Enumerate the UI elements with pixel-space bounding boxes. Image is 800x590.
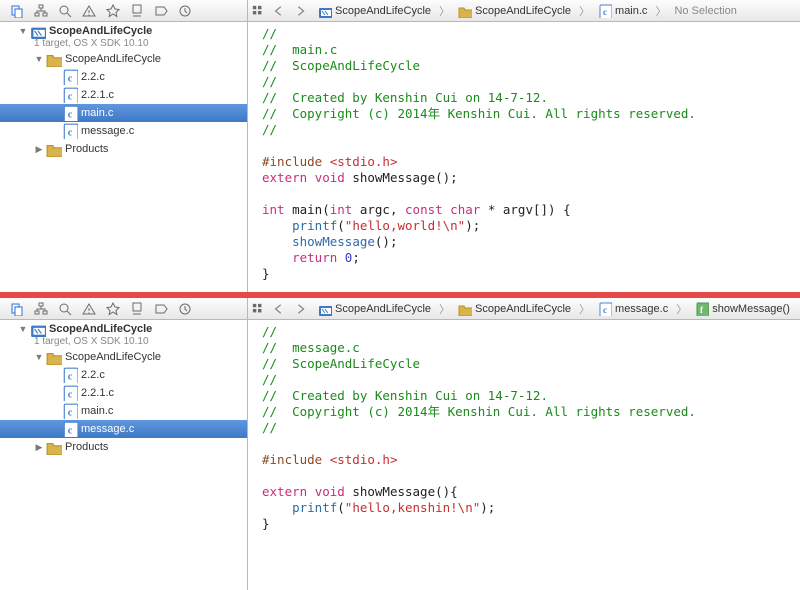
file-name-label: message.c [81,423,134,435]
breadcrumb-label: ScopeAndLifeCycle [335,5,431,17]
breakpoint-navigator-icon[interactable] [154,302,168,316]
content-split: ▼ ScopeAndLifeCycle 1 target, OS X SDK 1… [0,22,800,292]
issue-navigator-icon[interactable] [82,302,96,316]
file-tree-item[interactable]: 2.2.c [0,68,247,86]
disclosure-triangle-icon[interactable]: ▼ [34,352,44,362]
source-editor[interactable]: // // main.c // ScopeAndLifeCycle // // … [248,22,800,292]
file-name-label: 2.2.1.c [81,387,114,399]
breadcrumb-item[interactable]: main.c [594,0,651,21]
project-navigator-icon[interactable] [10,4,24,18]
debug-navigator-icon[interactable] [130,4,144,18]
breadcrumb-separator-icon: 〉 [655,3,666,19]
editor-pane: ScopeAndLifeCycle 〉 ScopeAndLifeCycle 〉 … [0,298,800,590]
file-name-label: 2.2.c [81,369,105,381]
source-code[interactable]: // // main.c // ScopeAndLifeCycle // // … [252,26,800,282]
jump-bar: ScopeAndLifeCycle 〉 ScopeAndLifeCycle 〉 … [248,0,800,21]
nav-forward-button[interactable] [292,303,310,315]
breadcrumb-item[interactable]: ScopeAndLifeCycle [454,0,575,21]
file-tree-item[interactable]: 2.2.1.c [0,384,247,402]
breadcrumb-item[interactable]: ScopeAndLifeCycle [314,298,435,319]
navigator-selector [0,0,248,21]
file-tree-item[interactable]: main.c [0,104,247,122]
group-name-label: ScopeAndLifeCycle [65,351,161,363]
file-tree-item[interactable]: main.c [0,402,247,420]
editor-pane: ScopeAndLifeCycle 〉 ScopeAndLifeCycle 〉 … [0,0,800,292]
file-name-label: 2.2.1.c [81,89,114,101]
disclosure-triangle-icon[interactable]: ▶ [34,442,44,453]
content-split: ▼ ScopeAndLifeCycle 1 target, OS X SDK 1… [0,320,800,590]
group-item[interactable]: ▶ Products [0,438,247,456]
nav-back-button[interactable] [270,5,288,17]
find-navigator-icon[interactable] [58,302,72,316]
nav-forward-button[interactable] [292,5,310,17]
project-subtitle-label: 1 target, OS X SDK 10.10 [0,336,247,347]
breadcrumb-separator-icon: 〉 [439,301,450,317]
test-navigator-icon[interactable] [106,4,120,18]
toolbar-row: ScopeAndLifeCycle 〉 ScopeAndLifeCycle 〉 … [0,298,800,320]
report-navigator-icon[interactable] [178,302,192,316]
file-tree-item[interactable]: 2.2.c [0,366,247,384]
disclosure-triangle-icon[interactable]: ▶ [34,144,44,155]
file-tree-item[interactable]: 2.2.1.c [0,86,247,104]
issue-navigator-icon[interactable] [82,4,96,18]
jump-bar: ScopeAndLifeCycle 〉 ScopeAndLifeCycle 〉 … [248,298,800,319]
breadcrumb-item[interactable]: showMessage() [691,298,794,319]
file-name-label: message.c [81,125,134,137]
group-item[interactable]: ▼ ScopeAndLifeCycle [0,348,247,366]
toolbar-row: ScopeAndLifeCycle 〉 ScopeAndLifeCycle 〉 … [0,0,800,22]
breadcrumb-item[interactable]: message.c [594,298,672,319]
file-tree-item[interactable]: message.c [0,420,247,438]
symbol-navigator-icon[interactable] [34,4,48,18]
file-name-label: main.c [81,107,113,119]
nav-back-button[interactable] [270,303,288,315]
breadcrumb-item[interactable]: ScopeAndLifeCycle [314,0,435,21]
group-name-label: Products [65,143,108,155]
project-navigator-icon[interactable] [10,302,24,316]
project-navigator[interactable]: ▼ ScopeAndLifeCycle 1 target, OS X SDK 1… [0,22,248,292]
breadcrumb-label: main.c [615,5,647,17]
symbol-navigator-icon[interactable] [34,302,48,316]
related-items-icon[interactable] [252,5,264,17]
breadcrumb-item[interactable]: ScopeAndLifeCycle [454,298,575,319]
group-name-label: Products [65,441,108,453]
breadcrumb-label: message.c [615,303,668,315]
file-name-label: 2.2.c [81,71,105,83]
breadcrumb-label: ScopeAndLifeCycle [475,303,571,315]
disclosure-triangle-icon[interactable]: ▼ [18,324,28,334]
test-navigator-icon[interactable] [106,302,120,316]
breadcrumb-label: showMessage() [712,303,790,315]
project-subtitle-label: 1 target, OS X SDK 10.10 [0,38,247,49]
navigator-selector [0,298,248,319]
group-item[interactable]: ▼ ScopeAndLifeCycle [0,50,247,68]
project-name-label: ScopeAndLifeCycle [49,323,152,335]
file-tree-item[interactable]: message.c [0,122,247,140]
disclosure-triangle-icon[interactable]: ▼ [34,54,44,64]
source-code[interactable]: // // message.c // ScopeAndLifeCycle // … [252,324,800,532]
breadcrumb-separator-icon: 〉 [439,3,450,19]
find-navigator-icon[interactable] [58,4,72,18]
report-navigator-icon[interactable] [178,4,192,18]
project-name-label: ScopeAndLifeCycle [49,25,152,37]
debug-navigator-icon[interactable] [130,302,144,316]
jumpbar-no-selection: No Selection [670,5,736,17]
disclosure-triangle-icon[interactable]: ▼ [18,26,28,36]
group-item[interactable]: ▶ Products [0,140,247,158]
source-editor[interactable]: // // message.c // ScopeAndLifeCycle // … [248,320,800,590]
breadcrumb-separator-icon: 〉 [579,3,590,19]
group-name-label: ScopeAndLifeCycle [65,53,161,65]
breadcrumb-separator-icon: 〉 [676,301,687,317]
breakpoint-navigator-icon[interactable] [154,4,168,18]
breadcrumb-label: ScopeAndLifeCycle [335,303,431,315]
breadcrumb-separator-icon: 〉 [579,301,590,317]
project-navigator[interactable]: ▼ ScopeAndLifeCycle 1 target, OS X SDK 1… [0,320,248,590]
related-items-icon[interactable] [252,303,264,315]
breadcrumb-label: ScopeAndLifeCycle [475,5,571,17]
file-name-label: main.c [81,405,113,417]
